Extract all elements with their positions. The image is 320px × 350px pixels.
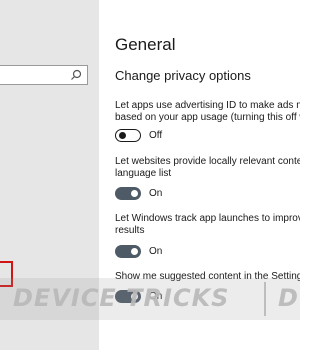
toggle-knob <box>131 190 138 197</box>
watermark-text-secondary: D <box>278 284 298 312</box>
search-icon[interactable] <box>70 69 82 81</box>
toggle-knob <box>119 132 126 139</box>
search-input[interactable] <box>0 65 88 85</box>
setting-desc-line: results <box>115 225 145 236</box>
watermark-banner: DEVICE TRICKS D <box>0 278 300 320</box>
track-launches-toggle-state: On <box>149 246 163 257</box>
advertising-id-toggle-state: Off <box>149 130 163 141</box>
setting-track-launches-desc: Let Windows track app launches to improv… <box>115 213 300 237</box>
setting-desc-line: based on your app usage (turning this of… <box>115 112 300 123</box>
section-title: Change privacy options <box>115 68 251 83</box>
setting-desc-line: Let Windows track app launches to improv… <box>115 213 300 224</box>
setting-advertising-id-desc: Let apps use advertising ID to make ads … <box>115 100 300 124</box>
advertising-id-toggle[interactable] <box>115 129 141 142</box>
watermark-text: DEVICE TRICKS <box>13 284 230 312</box>
track-launches-toggle[interactable] <box>115 245 141 258</box>
setting-desc-line: Let apps use advertising ID to make ads … <box>115 100 300 111</box>
local-content-toggle[interactable] <box>115 187 141 200</box>
watermark-divider <box>264 282 266 316</box>
setting-desc-line: language list <box>115 168 172 179</box>
page-title: General <box>115 35 176 54</box>
local-content-toggle-state: On <box>149 188 163 199</box>
toggle-knob <box>131 248 138 255</box>
setting-desc-line: Let websites provide locally relevant co… <box>115 156 300 167</box>
setting-local-content-desc: Let websites provide locally relevant co… <box>115 156 300 180</box>
